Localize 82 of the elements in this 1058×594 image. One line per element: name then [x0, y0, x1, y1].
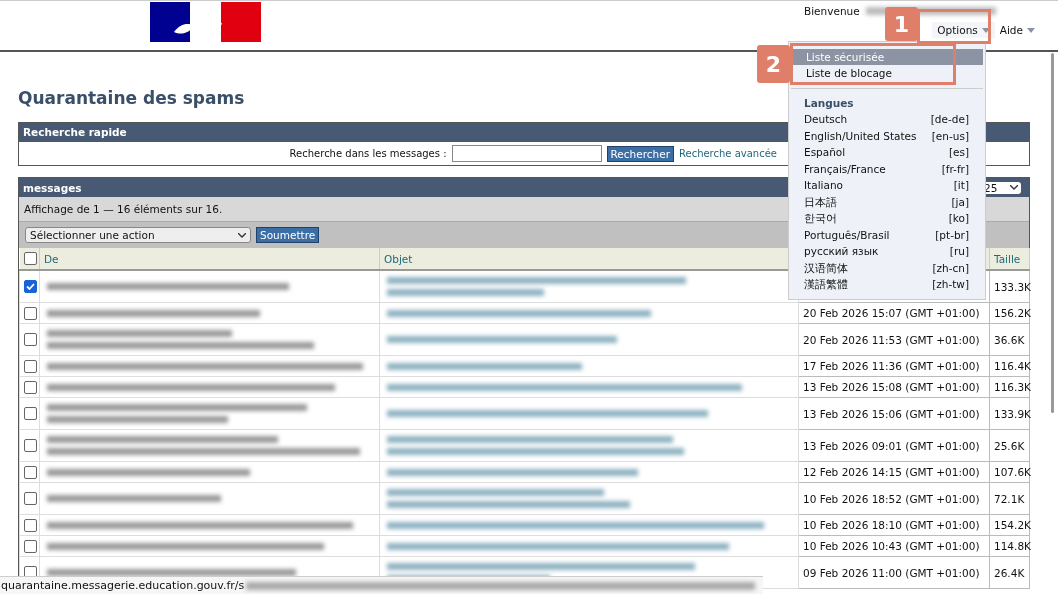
date-cell: 09 Feb 2026 11:00 (GMT +01:00) [803, 566, 980, 579]
size-cell: 25.6K [994, 439, 1025, 452]
size-cell: 116.4K [994, 360, 1031, 372]
language-code: [ru] [949, 244, 969, 259]
date-cell: 10 Feb 2026 10:43 (GMT +01:00) [803, 540, 980, 552]
checkbox[interactable] [24, 359, 37, 373]
caret-icon [981, 27, 990, 33]
language-code: [zh-cn] [932, 260, 969, 276]
date-cell: 13 Feb 2026 15:06 (GMT +01:00) [803, 407, 980, 420]
column-header[interactable]: De [44, 252, 59, 265]
search-field[interactable] [451, 145, 602, 162]
size-cell: 116.3K [994, 381, 1031, 393]
language-name[interactable]: русский язык [804, 243, 879, 260]
checkbox[interactable] [24, 439, 37, 453]
size-cell: 133.9K [994, 407, 1031, 420]
language-name[interactable]: 汉语简体 [804, 259, 848, 276]
search-label: Recherche dans les messages : [289, 148, 447, 159]
checkbox[interactable] [24, 465, 37, 479]
language-code: [it] [953, 178, 969, 193]
date-cell: 13 Feb 2026 09:01 (GMT +01:00) [803, 439, 980, 452]
checkbox[interactable] [24, 380, 37, 394]
summary-text: Affichage de 1 — 16 éléments sur 16. [24, 203, 223, 215]
status-url: quarantaine.messagerie.education.gouv.fr/s [1, 579, 245, 592]
submit-button[interactable]: Soumettre [256, 227, 320, 243]
size-cell: 36.6K [994, 333, 1025, 346]
checkbox[interactable] [24, 280, 37, 294]
page-title: Quarantaine des spams [18, 88, 245, 108]
chevron-icon [238, 232, 246, 238]
language-code: [en-us] [931, 128, 969, 144]
section-header: messages [23, 181, 82, 194]
size-cell: 107.6K [994, 466, 1031, 478]
checkbox[interactable] [24, 407, 37, 421]
language-name[interactable]: English/United States [804, 127, 917, 144]
search-button[interactable]: Rechercher [606, 145, 674, 162]
size-cell: 72.1K [994, 492, 1025, 505]
checkbox[interactable] [24, 306, 37, 320]
language-name[interactable]: Português/Brasil [804, 226, 890, 243]
language-name[interactable]: 日本語 [804, 193, 837, 210]
language-code: [ko] [948, 211, 969, 226]
scrollbar[interactable] [1051, 53, 1054, 413]
language-name[interactable]: 한국어 [804, 210, 837, 227]
size-cell: 154.2K [994, 519, 1031, 531]
callout-badge: 2 [757, 45, 790, 83]
language-name[interactable]: Español [804, 144, 846, 161]
size-cell: 26.4K [994, 566, 1025, 579]
chevron-icon [1010, 185, 1018, 190]
checkbox[interactable] [24, 518, 37, 532]
language-code: [zh-tw] [932, 277, 969, 292]
action-select[interactable]: Sélectionner une action [25, 227, 251, 243]
language-code: [fr-fr] [941, 161, 969, 177]
checkbox[interactable] [23, 252, 37, 266]
date-cell: 20 Feb 2026 11:53 (GMT +01:00) [803, 333, 980, 346]
language-name[interactable]: Italiano [804, 177, 843, 194]
blurred-link[interactable] [384, 433, 687, 458]
language-code: [ja] [951, 194, 969, 210]
checkbox[interactable] [24, 492, 37, 506]
menu-heading: Langues [803, 97, 855, 111]
checkbox[interactable] [24, 333, 37, 347]
date-cell: 20 Feb 2026 15:07 (GMT +01:00) [803, 307, 980, 319]
menu-button[interactable]: Options [932, 22, 995, 38]
caret-icon [1027, 27, 1035, 33]
date-cell: 10 Feb 2026 18:10 (GMT +01:00) [803, 519, 980, 531]
language-name[interactable]: 漢語繁體 [804, 276, 848, 293]
column-header[interactable]: Objet [384, 252, 413, 265]
size-cell: 133.3K [994, 280, 1031, 293]
date-cell: 13 Feb 2026 15:08 (GMT +01:00) [803, 381, 980, 393]
blurred-link[interactable] [384, 274, 689, 299]
date-cell: 12 Feb 2026 14:15 (GMT +01:00) [803, 466, 980, 478]
advanced-search-link[interactable]: Recherche avancée [679, 148, 777, 159]
date-cell: 10 Feb 2026 18:52 (GMT +01:00) [803, 492, 980, 505]
callout-badge: 1 [885, 7, 918, 41]
language-code: [pt-br] [935, 227, 969, 243]
menu-item[interactable]: Liste de blocage [791, 65, 983, 81]
date-cell: 17 Feb 2026 11:36 (GMT +01:00) [803, 360, 980, 372]
size-cell: 114.8K [994, 540, 1031, 552]
checkbox[interactable] [24, 539, 37, 553]
language-name[interactable]: Français/France [804, 160, 886, 177]
welcome-text: Bienvenue [804, 5, 860, 17]
blurred-link[interactable] [384, 486, 633, 511]
menu-button[interactable]: Aide [994, 22, 1040, 38]
language-code: [es] [948, 145, 969, 160]
size-cell: 156.2K [994, 307, 1031, 319]
